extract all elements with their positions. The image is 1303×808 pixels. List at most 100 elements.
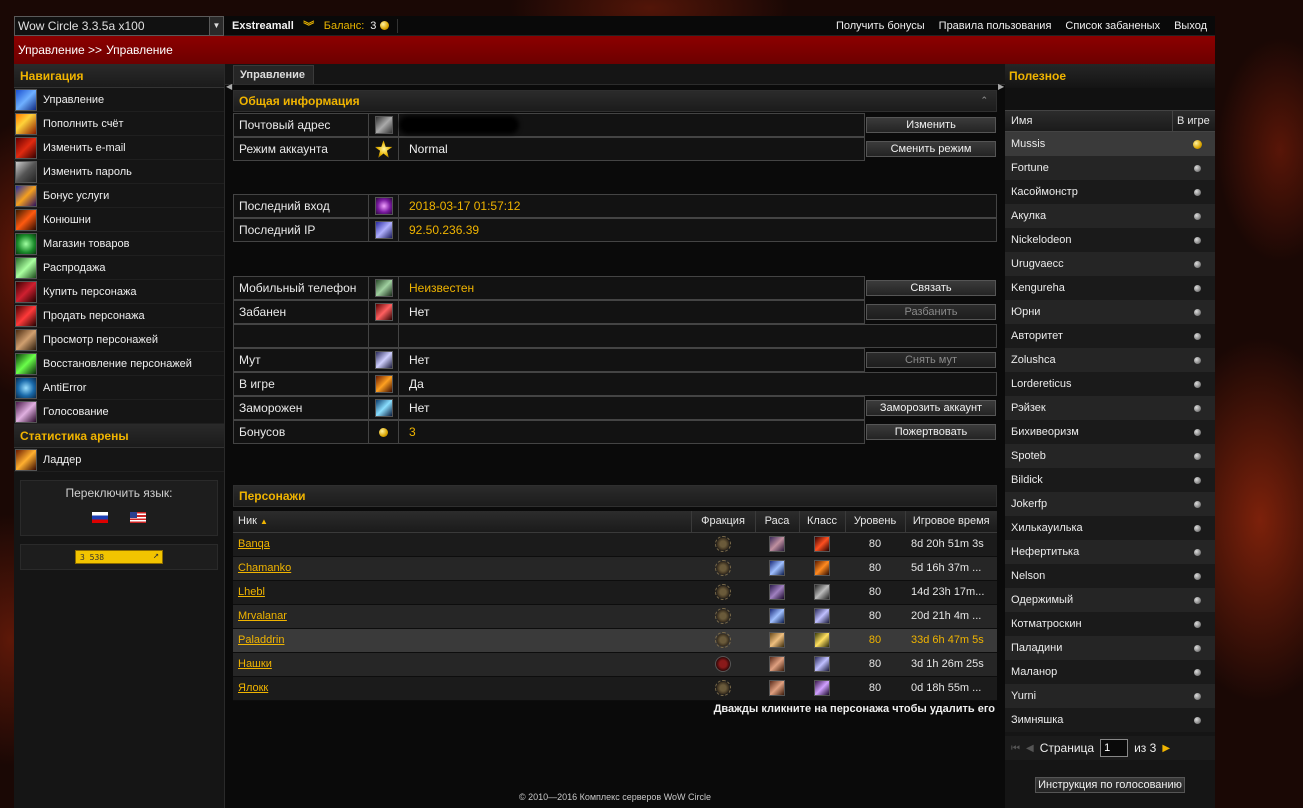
freeze-account-button[interactable]: Заморозить аккаунт bbox=[866, 400, 996, 416]
get-bonuses-link[interactable]: Получить бонусы bbox=[836, 20, 925, 32]
breadcrumb-root[interactable]: Управление >> bbox=[18, 43, 102, 57]
table-row[interactable]: Mrvalanar 80 20d 21h 4m ... bbox=[233, 604, 997, 629]
sidebar-item-ladder[interactable]: Ладдер bbox=[14, 448, 224, 472]
list-item[interactable]: Авторитет bbox=[1005, 324, 1215, 348]
col-race[interactable]: Раса bbox=[755, 511, 800, 533]
race-icon bbox=[769, 584, 785, 600]
prev-page-icon[interactable]: ◀ bbox=[1026, 743, 1034, 754]
unmute-button[interactable]: Снять мут bbox=[866, 352, 996, 368]
server-select[interactable]: Wow Circle 3.3.5a x100 ▼ bbox=[14, 15, 224, 36]
sidebar-item-buy-character[interactable]: Купить персонажа bbox=[14, 280, 224, 304]
offline-status-icon bbox=[1193, 260, 1201, 268]
sidebar-item-email[interactable]: Изменить e-mail bbox=[14, 136, 224, 160]
list-item[interactable]: Spoteb bbox=[1005, 444, 1215, 468]
list-item[interactable]: Nelson bbox=[1005, 564, 1215, 588]
class-cell bbox=[799, 532, 845, 557]
sidebar-item-stables[interactable]: Конюшни bbox=[14, 208, 224, 232]
collapse-icon[interactable]: ⌃ bbox=[980, 95, 988, 106]
character-nick-link[interactable]: Paladdrin bbox=[238, 634, 284, 646]
list-item[interactable]: Бихивеоризм bbox=[1005, 420, 1215, 444]
visitor-counter[interactable]: 3 538 bbox=[75, 550, 163, 564]
character-nick-link[interactable]: Lhebl bbox=[238, 586, 265, 598]
sidebar-item-restore-characters[interactable]: Восстановление персонажей bbox=[14, 352, 224, 376]
table-row[interactable]: Нашки 80 3d 1h 26m 25s bbox=[233, 652, 997, 677]
list-item[interactable]: Хилькауилька bbox=[1005, 516, 1215, 540]
col-class[interactable]: Класс bbox=[799, 511, 846, 533]
character-nick-link[interactable]: Mrvalanar bbox=[238, 610, 287, 622]
list-item[interactable]: Котматроскин bbox=[1005, 612, 1215, 636]
collapse-left-icon[interactable]: ◀ bbox=[226, 82, 232, 92]
list-item[interactable]: Юрни bbox=[1005, 300, 1215, 324]
character-nick-link[interactable]: Ялокк bbox=[238, 682, 268, 694]
list-item[interactable]: Jokerfp bbox=[1005, 492, 1215, 516]
table-row[interactable]: Chamanko 80 5d 16h 37m ... bbox=[233, 556, 997, 581]
character-nick-link[interactable]: Banqa bbox=[238, 538, 270, 550]
bonus-icon bbox=[15, 184, 37, 207]
col-nick[interactable]: Ник ▲ bbox=[233, 511, 692, 533]
sidebar-item-bonus[interactable]: Бонус услуги bbox=[14, 184, 224, 208]
list-item[interactable]: Маланор bbox=[1005, 660, 1215, 684]
player-name: Nickelodeon bbox=[1011, 234, 1072, 246]
page-input[interactable] bbox=[1100, 739, 1129, 757]
change-email-button[interactable]: Изменить bbox=[866, 117, 996, 133]
russian-flag-icon[interactable] bbox=[92, 512, 108, 523]
sidebar-item-view-characters[interactable]: Просмотр персонажей bbox=[14, 328, 224, 352]
list-item[interactable]: Yurni bbox=[1005, 684, 1215, 708]
class-cell bbox=[799, 604, 845, 629]
list-item[interactable]: Lordereticus bbox=[1005, 372, 1215, 396]
unban-button[interactable]: Разбанить bbox=[866, 304, 996, 320]
col-faction[interactable]: Фракция bbox=[691, 511, 756, 533]
logout-link[interactable]: Выход bbox=[1174, 20, 1207, 32]
col-name[interactable]: Имя bbox=[1005, 111, 1173, 131]
list-item[interactable]: Паладини bbox=[1005, 636, 1215, 660]
sidebar-item-sell-character[interactable]: Продать персонажа bbox=[14, 304, 224, 328]
sidebar-item-password[interactable]: Изменить пароль bbox=[14, 160, 224, 184]
sidebar-item-antierror[interactable]: AntiError bbox=[14, 376, 224, 400]
change-mode-button[interactable]: Сменить режим bbox=[866, 141, 996, 157]
tab-management[interactable]: Управление bbox=[233, 65, 315, 84]
next-page-icon[interactable]: ▶ bbox=[1162, 743, 1170, 754]
sidebar-item-management[interactable]: Управление bbox=[14, 88, 224, 112]
table-row[interactable]: Banqa 80 8d 20h 51m 3s bbox=[233, 532, 997, 557]
col-ingame[interactable]: В игре bbox=[1173, 111, 1215, 131]
list-item[interactable]: Fortune bbox=[1005, 156, 1215, 180]
donate-button[interactable]: Пожертвовать bbox=[866, 424, 996, 440]
collapse-right-icon[interactable]: ▶ bbox=[998, 82, 1004, 92]
online-status-cell bbox=[1175, 500, 1215, 508]
table-row[interactable]: Paladdrin 80 33d 6h 47m 5s bbox=[233, 628, 997, 653]
character-nick-link[interactable]: Нашки bbox=[238, 658, 272, 670]
table-row[interactable]: Lhebl 80 14d 23h 17m... bbox=[233, 580, 997, 605]
offline-status-icon bbox=[1193, 548, 1201, 556]
link-phone-button[interactable]: Связать bbox=[866, 280, 996, 296]
class-cell bbox=[799, 676, 845, 701]
col-playtime[interactable]: Игровое время bbox=[905, 511, 997, 533]
balance-label: Баланс: bbox=[323, 19, 365, 32]
first-page-icon[interactable]: ⏮ bbox=[1011, 743, 1020, 754]
list-item[interactable]: Зимняшка bbox=[1005, 708, 1215, 732]
character-nick-link[interactable]: Chamanko bbox=[238, 562, 291, 574]
sidebar-item-sale[interactable]: Распродажа bbox=[14, 256, 224, 280]
email-row-icon bbox=[374, 116, 393, 134]
list-item[interactable]: Mussis bbox=[1005, 132, 1215, 156]
list-item[interactable]: Акулка bbox=[1005, 204, 1215, 228]
list-item[interactable]: Нефертитька bbox=[1005, 540, 1215, 564]
list-item[interactable]: Касоймонстр bbox=[1005, 180, 1215, 204]
player-name: Акулка bbox=[1011, 210, 1047, 222]
terms-link[interactable]: Правила пользования bbox=[939, 20, 1052, 32]
list-item[interactable]: Одержимый bbox=[1005, 588, 1215, 612]
sidebar-item-shop[interactable]: Магазин товаров bbox=[14, 232, 224, 256]
sidebar-item-vote[interactable]: Голосование bbox=[14, 400, 224, 424]
english-flag-icon[interactable] bbox=[130, 512, 146, 523]
sidebar-item-deposit[interactable]: Пополнить счёт bbox=[14, 112, 224, 136]
banned-list-link[interactable]: Список забаненых bbox=[1065, 20, 1160, 32]
list-item[interactable]: Zolushca bbox=[1005, 348, 1215, 372]
col-level[interactable]: Уровень bbox=[845, 511, 906, 533]
table-row[interactable]: Ялокк 80 0d 18h 55m ... bbox=[233, 676, 997, 701]
list-item[interactable]: Bildick bbox=[1005, 468, 1215, 492]
list-item[interactable]: Nickelodeon bbox=[1005, 228, 1215, 252]
chevron-down-icon[interactable]: ▼ bbox=[209, 16, 223, 35]
list-item[interactable]: Kengureha bbox=[1005, 276, 1215, 300]
list-item[interactable]: Рэйзек bbox=[1005, 396, 1215, 420]
list-item[interactable]: Urugvaecc bbox=[1005, 252, 1215, 276]
voting-instructions-button[interactable]: Инструкция по голосованию bbox=[1035, 777, 1185, 793]
